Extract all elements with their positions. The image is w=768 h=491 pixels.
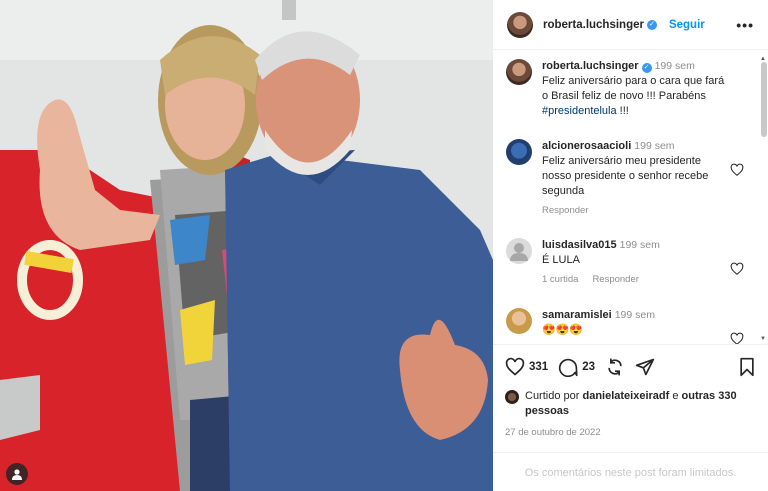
photo-illustration — [0, 0, 493, 491]
comment-text-end: !!! — [616, 105, 629, 117]
post-date[interactable]: 27 de outubro de 2022 — [493, 419, 768, 438]
tagged-user-icon[interactable] — [6, 463, 28, 485]
comment-text: É LULA — [542, 254, 580, 266]
scroll-down-arrow-icon[interactable]: ▼ — [760, 336, 766, 342]
follow-button[interactable]: Seguir — [669, 19, 705, 31]
post-actions: 331 23 Curtido por danielateixeiradf e o… — [493, 344, 768, 438]
avatar[interactable] — [506, 238, 532, 264]
reply-button[interactable]: Responder — [542, 205, 588, 216]
comment-item: alcionerosaacioli 199 sem Feliz aniversár… — [506, 139, 744, 216]
verified-badge-icon: ✓ — [641, 63, 652, 73]
avatar[interactable] — [506, 59, 532, 85]
comment-time[interactable]: 199 sem — [615, 309, 655, 321]
avatar[interactable] — [506, 308, 532, 334]
verified-badge-icon: ✓ — [646, 19, 657, 30]
save-button[interactable] — [738, 357, 756, 377]
comment-time[interactable]: 199 sem — [620, 239, 660, 251]
post-photo[interactable] — [0, 0, 493, 491]
comments-limited-notice: Os comentários neste post foram limitado… — [493, 452, 768, 479]
comment-text: Feliz aniversário meu presidente nosso p… — [542, 155, 709, 197]
like-comment-heart-icon[interactable] — [730, 332, 744, 344]
heart-icon — [505, 357, 525, 376]
send-icon — [635, 358, 655, 376]
comment-username[interactable]: roberta.luchsinger — [542, 60, 639, 72]
comment-text: 😍😍😍 — [542, 324, 584, 336]
author-avatar[interactable] — [507, 11, 533, 38]
comment-button[interactable]: 23 — [558, 357, 595, 377]
comment-username[interactable]: samaramislei — [542, 309, 612, 321]
liked-by: Curtido por danielateixeiradf e outras 3… — [493, 389, 768, 419]
comment-count: 23 — [582, 361, 595, 373]
hashtag-link[interactable]: #presidentelula — [542, 105, 617, 117]
post-side-panel: roberta.luchsinger ✓ Seguir ••• roberta.… — [493, 0, 768, 491]
caption-comment: roberta.luchsinger ✓ 199 sem Feliz anivers… — [506, 59, 731, 119]
comment-username[interactable]: luisdasilva015 — [542, 239, 617, 251]
like-count: 331 — [529, 361, 549, 373]
avatar[interactable] — [505, 390, 519, 404]
reply-button[interactable]: Responder — [592, 274, 638, 285]
comment-bubble-icon — [559, 358, 578, 377]
comments-list: roberta.luchsinger ✓ 199 sem Feliz anivers… — [493, 52, 768, 344]
like-button[interactable]: 331 — [505, 357, 548, 377]
share-button[interactable] — [635, 357, 655, 377]
comment-time[interactable]: 199 sem — [655, 60, 695, 72]
like-comment-heart-icon[interactable] — [730, 163, 744, 177]
repost-button[interactable] — [605, 357, 625, 377]
comment-time[interactable]: 199 sem — [634, 140, 674, 152]
bookmark-icon — [740, 357, 754, 377]
comment-username[interactable]: alcionerosaacioli — [542, 140, 631, 152]
more-options-icon[interactable]: ••• — [736, 17, 754, 33]
comment-likes[interactable]: 1 curtida — [542, 274, 578, 285]
author-username[interactable]: roberta.luchsinger — [543, 19, 644, 31]
liked-by-middle: e — [669, 390, 682, 402]
comment-item: luisdasilva015 199 sem É LULA 1 curtida Re… — [506, 238, 744, 285]
comment-text: Feliz aniversário para o cara que fará o… — [542, 75, 725, 102]
repost-icon — [608, 358, 622, 376]
avatar[interactable] — [506, 139, 532, 165]
post-header: roberta.luchsinger ✓ Seguir ••• — [493, 0, 768, 50]
comments-scrollbar[interactable] — [761, 62, 767, 137]
comment-item: samaramislei 199 sem 😍😍😍 — [506, 308, 744, 344]
like-comment-heart-icon[interactable] — [730, 262, 744, 276]
liked-by-user[interactable]: danielateixeiradf — [582, 390, 669, 402]
liked-by-prefix: Curtido por — [525, 390, 583, 402]
